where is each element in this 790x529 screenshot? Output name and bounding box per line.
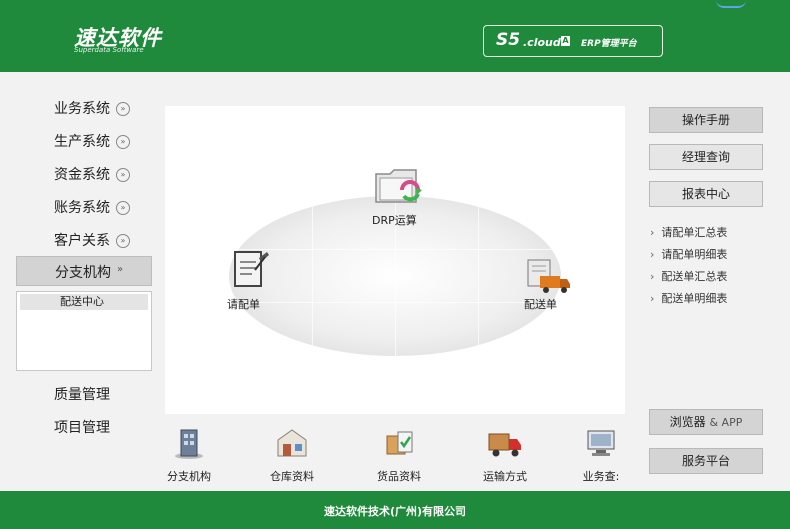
logo-subtitle: Superdata Software xyxy=(74,46,144,54)
delivery-truck-icon xyxy=(527,259,570,293)
grid-line xyxy=(312,196,313,356)
product-erp-text: ERP管理平台 xyxy=(581,39,637,49)
clipboard-pen-icon xyxy=(234,251,269,287)
footer-bar: 速达软件技术(广州)有限公司 xyxy=(0,491,790,529)
collapse-arrow-icon: » xyxy=(117,264,124,275)
node-label: 请配单 xyxy=(227,298,260,311)
sidebar-item-label: 业务系统 xyxy=(54,101,110,117)
tool-warehouse[interactable]: 仓库资料 xyxy=(257,426,327,484)
sidebar-item-funds[interactable]: 资金系统 » xyxy=(54,164,130,184)
tool-branch[interactable]: 分支机构 xyxy=(154,426,224,484)
report-link-label: 配送单汇总表 xyxy=(661,270,728,283)
manual-button[interactable]: 操作手册 xyxy=(649,107,763,133)
main-area: 业务系统 » 生产系统 » 资金系统 » 账务系统 » 客户关系 » 分支机构 » 配送中… xyxy=(0,72,790,491)
folder-sync-icon xyxy=(375,169,422,203)
expand-arrow-icon: » xyxy=(116,135,130,149)
chevron-right-icon: › xyxy=(650,270,655,283)
node-label: DRP运算 xyxy=(372,214,417,227)
product-a-badge: A xyxy=(561,36,570,46)
browser-app-button[interactable]: 浏览器 & APP xyxy=(649,409,763,435)
node-label: 配送单 xyxy=(524,298,557,311)
transport-truck-icon xyxy=(488,433,521,457)
expand-arrow-icon: » xyxy=(116,102,130,116)
expand-arrow-icon: » xyxy=(116,201,130,215)
sidebar-item-label: 账务系统 xyxy=(54,200,110,216)
report-link-label: 配送单明细表 xyxy=(661,292,728,305)
tool-label: 仓库资料 xyxy=(270,470,314,483)
report-link-label: 请配单明细表 xyxy=(661,248,728,261)
product-s5-text: S5 xyxy=(496,30,521,50)
expand-arrow-icon: » xyxy=(116,168,130,182)
tool-label: 货品资料 xyxy=(377,470,421,483)
chevron-right-icon: › xyxy=(650,226,655,239)
sidebar-item-business[interactable]: 业务系统 » xyxy=(54,98,130,118)
service-platform-button[interactable]: 服务平台 xyxy=(649,448,763,474)
tool-business-query[interactable]: 业务查: xyxy=(572,426,630,484)
chevron-right-icon: › xyxy=(650,292,655,305)
workflow-panel: DRP运算 请配单 配送单 xyxy=(165,106,625,414)
sidebar-item-quality[interactable]: 质量管理 xyxy=(54,384,110,404)
tool-label: 业务查: xyxy=(582,470,620,483)
product-cloud-text: .cloud xyxy=(523,36,561,49)
submenu-item-distribution-center[interactable]: 配送中心 xyxy=(20,294,148,310)
report-link-delivery-detail[interactable]: › 配送单明细表 xyxy=(650,290,727,306)
product-badge: S5 .cloud A ERP管理平台 xyxy=(483,25,663,57)
footer-company: 速达软件技术(广州)有限公司 xyxy=(323,505,467,518)
report-link-delivery-summary[interactable]: › 配送单汇总表 xyxy=(650,268,727,284)
report-link-request-summary[interactable]: › 请配单汇总表 xyxy=(650,224,727,240)
report-link-request-detail[interactable]: › 请配单明细表 xyxy=(650,246,727,262)
monitor-search-icon xyxy=(587,430,615,456)
chevron-right-icon: › xyxy=(650,248,655,261)
node-request-order[interactable]: 请配单 xyxy=(225,248,285,311)
sidebar-item-production[interactable]: 生产系统 » xyxy=(54,131,130,151)
expand-arrow-icon: » xyxy=(116,234,130,248)
sidebar-item-label: 生产系统 xyxy=(54,134,110,150)
sidebar-item-label: 分支机构 xyxy=(55,265,111,281)
sidebar-item-accounting[interactable]: 账务系统 » xyxy=(54,197,130,217)
report-center-button[interactable]: 报表中心 xyxy=(649,181,763,207)
warehouse-icon xyxy=(277,429,307,457)
report-link-label: 请配单汇总表 xyxy=(661,226,728,239)
grid-line xyxy=(478,196,479,356)
header-bar: 速达软件 Superdata Software S5 .cloud A ERP管… xyxy=(0,0,790,72)
browser-app-label: 浏览器 xyxy=(669,415,706,429)
building-icon xyxy=(175,429,203,459)
goods-box-icon xyxy=(386,431,413,455)
sidebar-item-project[interactable]: 项目管理 xyxy=(54,417,110,437)
tool-label: 分支机构 xyxy=(167,470,211,483)
browser-app-suffix: & APP xyxy=(709,416,743,429)
sidebar-item-branch-active[interactable]: 分支机构 » xyxy=(16,256,152,286)
sidebar-item-label: 资金系统 xyxy=(54,167,110,183)
submenu-panel: 配送中心 xyxy=(16,291,152,371)
tool-goods[interactable]: 货品资料 xyxy=(364,426,434,484)
sidebar-item-label: 客户关系 xyxy=(54,233,110,249)
sidebar-item-crm[interactable]: 客户关系 » xyxy=(54,230,130,250)
manager-query-button[interactable]: 经理查询 xyxy=(649,144,763,170)
tool-label: 运输方式 xyxy=(483,470,527,483)
corner-swoosh-icon xyxy=(716,0,746,8)
node-delivery-order[interactable]: 配送单 xyxy=(520,258,580,318)
tool-transport[interactable]: 运输方式 xyxy=(470,426,540,484)
node-drp[interactable]: DRP运算 xyxy=(370,164,430,227)
